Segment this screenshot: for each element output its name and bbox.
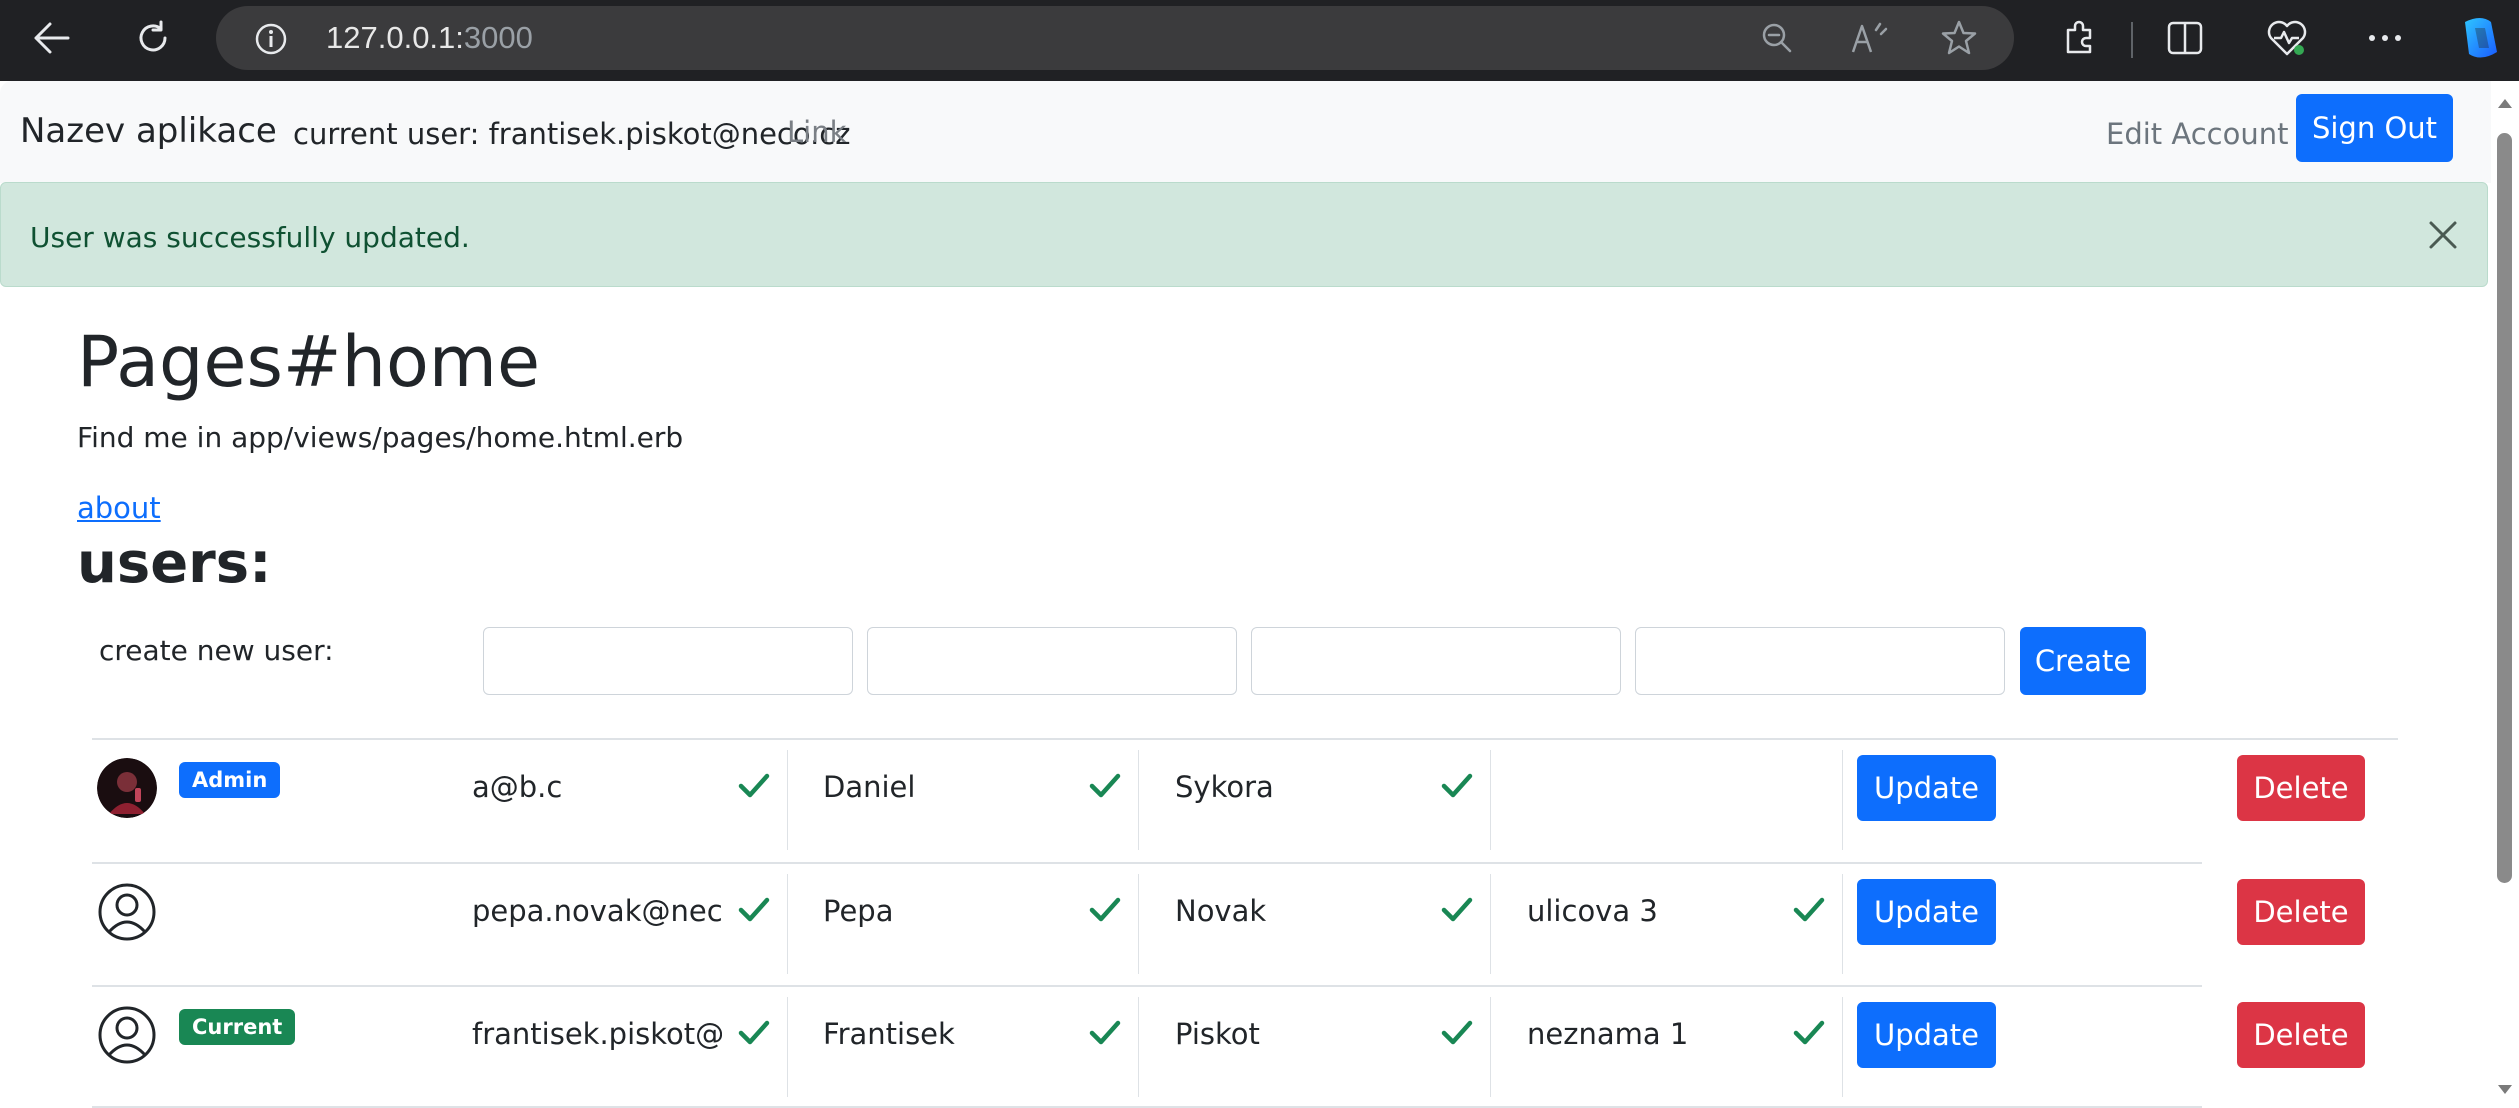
cell-divider xyxy=(787,997,788,1097)
admin-badge: Admin xyxy=(179,762,281,798)
new-user-last-name-input[interactable] xyxy=(1251,627,1621,695)
scroll-down-icon[interactable] xyxy=(2496,1083,2514,1097)
page-viewport: Nazev aplikace current user: frantisek.p… xyxy=(0,81,2491,1108)
delete-button[interactable]: Delete xyxy=(2237,1002,2365,1068)
user-email[interactable]: a@b.c xyxy=(472,770,722,804)
delete-button[interactable]: Delete xyxy=(2237,879,2365,945)
info-icon[interactable] xyxy=(254,22,288,56)
page-subtitle: Find me in app/views/pages/home.html.erb xyxy=(77,421,684,454)
browser-essentials-icon[interactable] xyxy=(2266,18,2308,58)
check-icon[interactable] xyxy=(1088,1015,1122,1049)
create-user-label: create new user: xyxy=(99,634,334,667)
update-button[interactable]: Update xyxy=(1857,755,1996,821)
cell-divider xyxy=(1842,750,1843,850)
close-icon[interactable] xyxy=(2421,213,2465,257)
check-icon[interactable] xyxy=(1088,768,1122,802)
delete-button[interactable]: Delete xyxy=(2237,755,2365,821)
nav-link[interactable]: Link xyxy=(787,115,846,149)
toolbar-separator xyxy=(2131,22,2133,58)
url-text: 127.0.0.1:3000 xyxy=(326,20,533,55)
sign-out-button[interactable]: Sign Out xyxy=(2296,94,2453,162)
cell-divider xyxy=(1842,874,1843,974)
split-screen-icon[interactable] xyxy=(2166,20,2204,56)
create-button[interactable]: Create xyxy=(2020,627,2146,695)
update-button[interactable]: Update xyxy=(1857,879,1996,945)
user-last-name[interactable]: Piskot xyxy=(1175,1017,1425,1051)
cell-divider xyxy=(787,750,788,850)
user-address[interactable]: ulicova 3 xyxy=(1527,894,1777,928)
check-icon[interactable] xyxy=(737,892,771,926)
scroll-up-icon[interactable] xyxy=(2496,96,2514,110)
user-email[interactable]: frantisek.piskot@ne xyxy=(472,1017,722,1051)
refresh-icon[interactable] xyxy=(128,13,178,63)
check-icon[interactable] xyxy=(1088,892,1122,926)
cell-divider xyxy=(1842,997,1843,1097)
address-bar[interactable]: 127.0.0.1:3000 xyxy=(216,6,2014,70)
check-icon[interactable] xyxy=(1792,1015,1826,1049)
more-options-icon[interactable] xyxy=(2366,32,2404,44)
new-user-address-input[interactable] xyxy=(1635,627,2005,695)
zoom-out-icon[interactable] xyxy=(1760,21,1794,55)
user-icon xyxy=(98,1006,156,1064)
user-last-name[interactable]: Novak xyxy=(1175,894,1425,928)
new-user-email-input[interactable] xyxy=(483,627,853,695)
users-heading: users: xyxy=(77,531,272,596)
favorite-star-icon[interactable] xyxy=(1940,19,1978,57)
user-icon xyxy=(98,883,156,941)
cell-divider xyxy=(1490,997,1491,1097)
back-icon[interactable] xyxy=(27,13,77,63)
avatar xyxy=(97,758,157,818)
check-icon[interactable] xyxy=(1440,1015,1474,1049)
navbar: Nazev aplikace current user: frantisek.p… xyxy=(0,81,2491,183)
extensions-icon[interactable] xyxy=(2060,18,2100,58)
user-address[interactable]: neznama 1 xyxy=(1527,1017,1777,1051)
alert-message: User was successfully updated. xyxy=(30,221,470,254)
current-badge: Current xyxy=(179,1009,296,1045)
cell-divider xyxy=(1490,750,1491,850)
cell-divider xyxy=(1138,750,1139,850)
user-first-name[interactable]: Pepa xyxy=(823,894,1073,928)
read-aloud-icon[interactable] xyxy=(1850,20,1888,56)
cell-divider xyxy=(1138,997,1139,1097)
current-user-text: current user: frantisek.piskot@neco.cz xyxy=(293,117,851,151)
user-email[interactable]: pepa.novak@neco.c xyxy=(472,894,722,928)
user-last-name[interactable]: Sykora xyxy=(1175,770,1425,804)
success-alert: User was successfully updated. xyxy=(0,182,2488,287)
cell-divider xyxy=(787,874,788,974)
user-first-name[interactable]: Frantisek xyxy=(823,1017,1073,1051)
copilot-icon[interactable] xyxy=(2455,12,2507,64)
table-row: Admin a@b.c Daniel Sykora Update Delete xyxy=(0,740,2491,862)
check-icon[interactable] xyxy=(1440,892,1474,926)
navbar-brand[interactable]: Nazev aplikace xyxy=(20,111,277,151)
cell-divider xyxy=(1490,874,1491,974)
check-icon[interactable] xyxy=(737,1015,771,1049)
browser-toolbar: 127.0.0.1:3000 xyxy=(0,0,2519,81)
cell-divider xyxy=(1138,874,1139,974)
edit-account-link[interactable]: Edit Account xyxy=(2106,117,2288,151)
new-user-first-name-input[interactable] xyxy=(867,627,1237,695)
check-icon[interactable] xyxy=(1440,768,1474,802)
table-row: pepa.novak@neco.c Pepa Novak ulicova 3 U… xyxy=(0,864,2491,986)
update-button[interactable]: Update xyxy=(1857,1002,1996,1068)
check-icon[interactable] xyxy=(1792,892,1826,926)
check-icon[interactable] xyxy=(737,768,771,802)
scrollbar-thumb[interactable] xyxy=(2497,133,2512,883)
page-title: Pages#home xyxy=(77,321,541,403)
table-row: Current frantisek.piskot@ne Frantisek Pi… xyxy=(0,987,2491,1108)
user-first-name[interactable]: Daniel xyxy=(823,770,1073,804)
about-link[interactable]: about xyxy=(77,491,161,525)
